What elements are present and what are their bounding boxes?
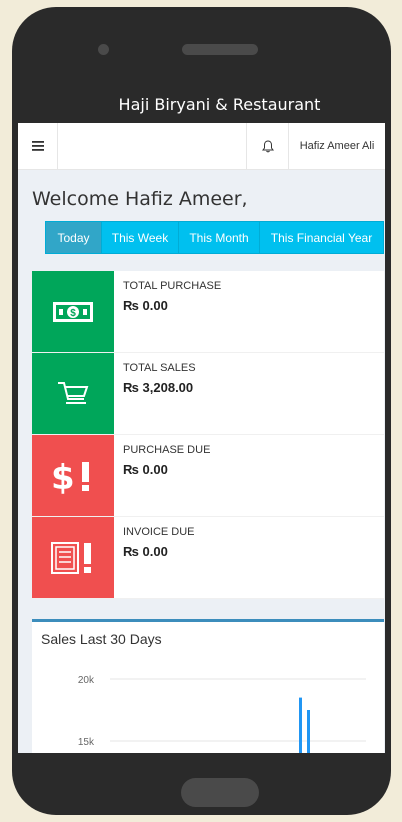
stat-value: ₨ 0.00 — [123, 298, 168, 313]
svg-text:$: $ — [70, 308, 76, 319]
cart-icon — [58, 381, 89, 404]
sales-chart: 20k 15k — [78, 675, 366, 753]
camera-dot — [98, 44, 109, 55]
menu-toggle-button[interactable] — [18, 123, 58, 169]
speaker-grille — [182, 44, 258, 55]
stat-total-sales[interactable]: TOTAL SALES ₨ 3,208.00 — [32, 353, 384, 435]
stat-value: ₨ 0.00 — [123, 544, 168, 559]
tab-this-month[interactable]: This Month — [179, 222, 260, 253]
stats-boxes: $ TOTAL PURCHASE ₨ 0.00 TOTAL SALES ₨ 3,… — [32, 271, 384, 599]
welcome-heading: Welcome Hafiz Ameer, — [32, 188, 248, 210]
sales-bar[interactable] — [299, 697, 302, 753]
tab-this-financial-year[interactable]: This Financial Year — [260, 222, 383, 253]
chart-title: Sales Last 30 Days — [41, 631, 162, 647]
app-title: Haji Biryani & Restaurant — [118, 95, 321, 114]
notifications-button[interactable] — [246, 123, 288, 169]
tab-this-week[interactable]: This Week — [102, 222, 179, 253]
tab-today[interactable]: Today — [46, 222, 102, 253]
app-screen: Hafiz Ameer Ali Welcome Hafiz Ameer, Tod… — [18, 123, 385, 753]
bell-icon — [261, 139, 274, 152]
period-tabs: Today This Week This Month This Financia… — [45, 221, 384, 254]
stat-value: ₨ 0.00 — [123, 462, 168, 477]
svg-text:$: $ — [51, 458, 75, 496]
y-tick-label: 20k — [78, 675, 95, 686]
stat-label: TOTAL PURCHASE — [123, 280, 222, 292]
stat-label: INVOICE DUE — [123, 526, 195, 538]
hamburger-icon — [31, 141, 44, 151]
money-icon: $ — [53, 301, 93, 322]
stat-total-purchase[interactable]: $ TOTAL PURCHASE ₨ 0.00 — [32, 271, 384, 353]
y-tick-label: 15k — [78, 737, 95, 748]
stat-invoice-due[interactable]: INVOICE DUE ₨ 0.00 — [32, 517, 384, 599]
invoice-alert-icon — [51, 541, 91, 574]
top-navbar: Hafiz Ameer Ali — [18, 123, 385, 170]
stat-label: PURCHASE DUE — [123, 444, 211, 456]
stat-label: TOTAL SALES — [123, 362, 196, 374]
user-menu[interactable]: Hafiz Ameer Ali — [288, 123, 385, 169]
home-button[interactable] — [181, 778, 259, 807]
dollar-alert-icon: $ — [51, 458, 89, 496]
sales-chart-panel: Sales Last 30 Days 20k 15k — [32, 619, 384, 753]
sales-bar[interactable] — [307, 710, 310, 753]
stat-purchase-due[interactable]: $ PURCHASE DUE ₨ 0.00 — [32, 435, 384, 517]
stat-value: ₨ 3,208.00 — [123, 380, 194, 395]
